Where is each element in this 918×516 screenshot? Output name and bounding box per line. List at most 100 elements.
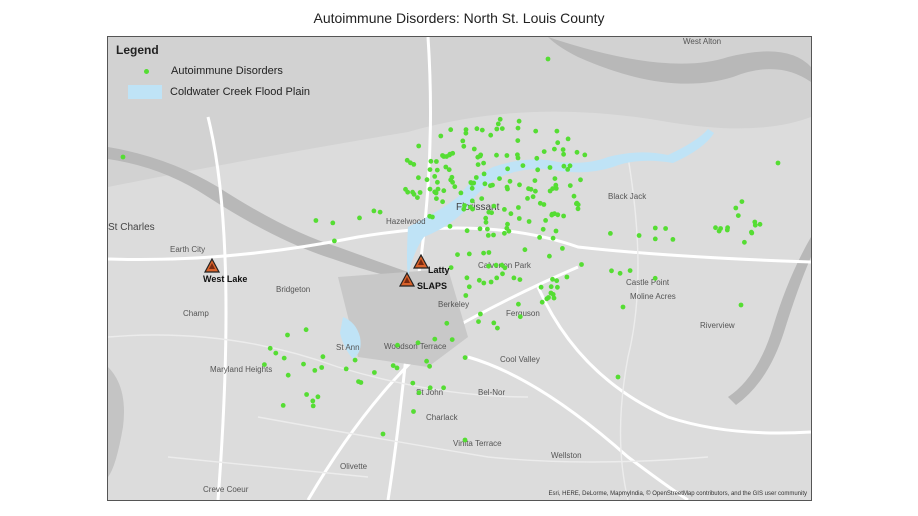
autoimmune-point [424,358,429,364]
autoimmune-point [469,185,475,191]
site-label-slaps: SLAPS [417,281,448,291]
autoimmune-point [462,355,468,360]
autoimmune-point [567,163,573,169]
autoimmune-point [301,361,306,367]
autoimmune-point [752,222,758,228]
autoimmune-point [432,336,438,342]
autoimmune-point [537,235,542,240]
autoimmune-point [403,186,408,192]
autoimmune-point [438,133,444,139]
autoimmune-point [460,138,466,144]
autoimmune-point [574,149,580,155]
autoimmune-point [555,284,560,290]
autoimmune-point [463,293,469,298]
autoimmune-point [522,247,528,253]
autoimmune-point [505,166,510,172]
autoimmune-point [461,143,467,149]
map-attribution: Esri, HERE, DeLorme, MapmyIndia, © OpenS… [548,491,807,497]
autoimmune-point [627,268,633,273]
autoimmune-point [428,158,434,164]
autoimmune-point [449,337,455,342]
autoimmune-point [262,362,267,367]
autoimmune-point [670,237,676,242]
autoimmune-point [538,284,544,290]
autoimmune-point [775,160,781,166]
autoimmune-point [525,196,530,201]
autoimmune-point [377,209,383,215]
autoimmune-point [553,228,559,234]
autoimmune-point [390,363,396,368]
autoimmune-point [560,147,566,152]
autoimmune-point [310,403,316,409]
autoimmune-point [285,372,291,378]
autoimmune-point [446,167,452,173]
autoimmune-point [280,403,286,408]
autoimmune-point [488,132,494,138]
autoimmune-point [617,270,623,276]
autoimmune-point [504,225,510,231]
autoimmune-point [543,218,548,223]
autoimmune-point [474,126,480,132]
autoimmune-point [555,140,561,146]
autoimmune-point [304,392,309,397]
autoimmune-point [757,221,763,227]
autoimmune-point [482,181,488,187]
autoimmune-point [455,252,460,257]
autoimmune-point [411,409,416,414]
autoimmune-point [410,380,416,386]
autoimmune-point [281,355,287,361]
autoimmune-point [533,128,539,134]
autoimmune-point [491,203,497,209]
autoimmune-point [537,200,543,206]
autoimmune-point [716,228,722,234]
autoimmune-point [285,332,290,338]
autoimmune-point [463,127,469,132]
autoimmune-point [713,225,718,231]
autoimmune-point [526,219,532,224]
autoimmune-point [554,128,560,134]
autoimmune-point [511,275,517,281]
autoimmune-point [620,304,626,310]
autoimmune-point [493,262,499,268]
autoimmune-point [330,220,336,226]
autoimmune-point [564,274,570,280]
autoimmune-point [120,154,126,160]
autoimmune-point [504,184,510,190]
autoimmune-point [547,253,552,259]
autoimmune-point [548,284,554,290]
autoimmune-point [552,176,558,182]
autoimmune-point [615,374,621,380]
autoimmune-point [313,218,319,223]
autoimmune-point [636,233,642,238]
autoimmune-point [371,208,377,214]
autoimmune-point [575,206,581,212]
autoimmune-point [447,223,453,229]
autoimmune-point [609,268,614,274]
autoimmune-point [434,167,440,173]
autoimmune-point [495,325,500,331]
autoimmune-point [483,219,489,225]
autoimmune-point [534,155,540,161]
autoimmune-point [273,350,279,356]
autoimmune-point [427,363,432,369]
autoimmune-point [551,295,557,301]
map-panel[interactable]: Legend Autoimmune Disorders Coldwater Cr… [107,36,812,501]
autoimmune-point [499,126,505,131]
autoimmune-point [404,157,410,163]
autoimmune-point [502,265,508,271]
autoimmune-point [416,143,422,149]
autoimmune-point [549,211,555,217]
autoimmune-point [739,199,745,205]
autoimmune-point [517,277,523,282]
autoimmune-point [479,127,485,133]
autoimmune-point [435,179,440,185]
autoimmune-point [571,193,577,199]
autoimmune-point [517,182,522,188]
autoimmune-point [494,126,500,132]
autoimmune-point [471,146,477,152]
autoimmune-point [541,149,547,154]
autoimmune-point [486,263,491,269]
autoimmune-point [424,177,430,183]
autoimmune-point [488,279,494,285]
autoimmune-point [435,186,441,192]
